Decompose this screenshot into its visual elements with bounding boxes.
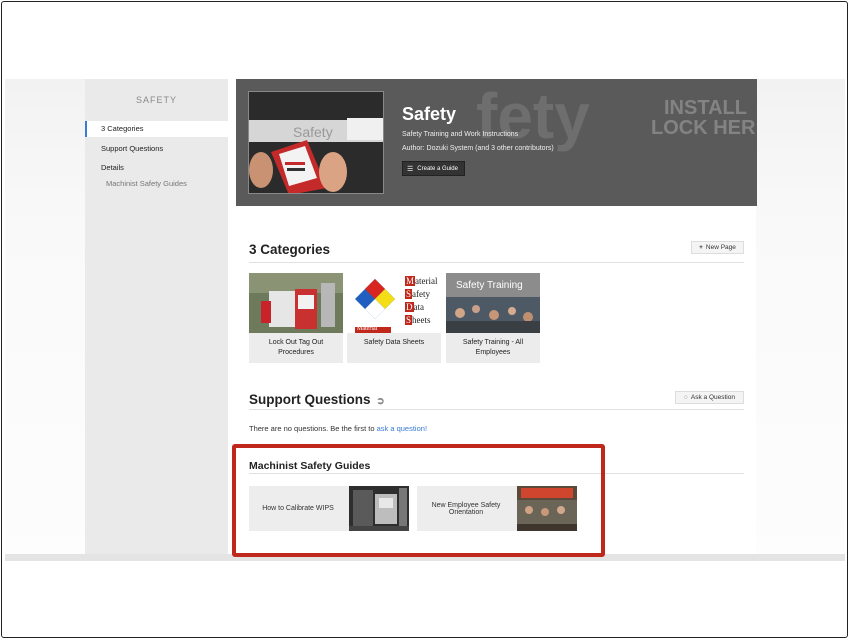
category-image-training: Safety Training [446, 273, 540, 333]
msds-word: heets [412, 315, 431, 325]
ask-question-button[interactable]: ◌ Ask a Question [675, 391, 744, 404]
msds-letter: D [405, 302, 414, 312]
category-label-sds: Safety Data Sheets [363, 339, 425, 346]
highlight-annotation-box [232, 444, 605, 557]
msds-word: ata [413, 302, 425, 312]
msds-footer: Material [357, 326, 378, 332]
sidebar-title: SAFETY [135, 95, 177, 105]
msds-letter: S [405, 289, 413, 299]
hero-thumb-text: Safety [293, 124, 333, 140]
sidebar-subitem-machinist-safety-guides[interactable]: Machinist Safety Guides [106, 179, 187, 188]
msds-word: afety [412, 289, 431, 299]
msds-letter: M [405, 276, 416, 286]
new-page-button[interactable]: + New Page [691, 241, 744, 254]
speech-bubble-icon: ◌ [684, 394, 688, 401]
ask-question-label: Ask a Question [690, 394, 735, 401]
plus-icon: + [699, 244, 703, 251]
sidebar-item-categories[interactable]: 3 Categories [85, 121, 228, 137]
new-page-label: New Page [705, 244, 736, 251]
msds-letter: S [405, 315, 413, 325]
support-questions-title: Support Questions [249, 392, 371, 407]
categories-heading: 3 Categories [249, 242, 331, 257]
create-guide-label: Create a Guide [417, 165, 458, 172]
sidebar-item-support-questions[interactable]: Support Questions [85, 141, 228, 157]
empty-message: There are no questions. Be the first to [249, 424, 377, 433]
ask-question-link[interactable]: ask a question! [377, 424, 427, 433]
training-image-text: Safety Training [456, 280, 523, 291]
page-author: Author: Dozuki System (and 3 other contr… [402, 145, 554, 152]
page-title: Safety [402, 104, 457, 124]
divider [249, 262, 744, 263]
hero-bg-text: fety [476, 80, 590, 152]
page-subtitle: Safety Training and Work Instructions [402, 131, 519, 138]
category-card-sds[interactable]: Material Safety Data Sheets Material Saf… [347, 273, 441, 363]
divider [249, 409, 744, 410]
arrow-circle-icon[interactable]: ➲ [376, 396, 384, 407]
hero-banner: fety INSTALL LOCK HER Safety Safety Safe… [236, 79, 757, 206]
sidebar: SAFETY 3 Categories Support Questions De… [85, 79, 228, 554]
category-image-lockout [249, 273, 343, 333]
support-questions-heading: Support Questions ➲ [249, 392, 385, 407]
category-image-sds: Material Safety Data Sheets Material [347, 273, 441, 333]
category-card-lockout[interactable]: Lock Out Tag Out Procedures [249, 273, 343, 363]
category-label-lockout: Lock Out Tag Out Procedures [268, 339, 324, 356]
sidebar-item-details[interactable]: Details [85, 160, 228, 176]
category-label-training: Safety Training - All Employees [462, 339, 524, 356]
hero-thumbnail: Safety [248, 91, 384, 194]
msds-letters: Material Safety Data Sheets [405, 275, 438, 327]
support-empty-text: There are no questions. Be the first to … [249, 424, 427, 433]
create-guide-button[interactable]: ☰ Create a Guide [402, 161, 465, 176]
hero-bg-sign-2: LOCK HER [651, 117, 756, 139]
list-icon: ☰ [407, 165, 414, 173]
category-card-training[interactable]: Safety Training Safety Training - All Em… [446, 273, 540, 363]
msds-word: aterial [415, 276, 438, 286]
